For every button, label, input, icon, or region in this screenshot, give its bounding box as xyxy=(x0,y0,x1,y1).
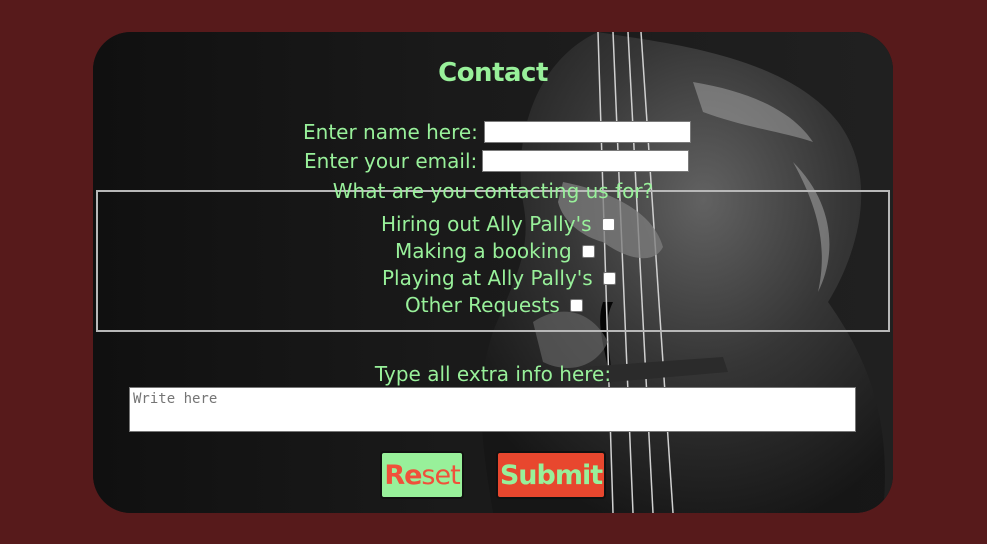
extra-info-label: Type all extra info here: xyxy=(374,362,612,386)
page-title: Contact xyxy=(438,58,548,88)
option-checkbox-playing[interactable] xyxy=(602,271,616,285)
contact-form: Contact Enter name here: Enter your emai… xyxy=(93,32,893,513)
option-row-other: Other Requests xyxy=(405,293,583,317)
option-checkbox-other[interactable] xyxy=(569,298,583,312)
email-input[interactable] xyxy=(482,150,690,172)
contact-card: Contact Enter name here: Enter your emai… xyxy=(93,32,893,513)
option-label: Hiring out Ally Pally's xyxy=(381,212,592,236)
option-row-playing: Playing at Ally Pally's xyxy=(382,266,616,290)
option-row-booking: Making a booking xyxy=(395,239,595,263)
fieldset-legend: What are you contacting us for? xyxy=(98,179,888,203)
name-row: Enter name here: xyxy=(303,120,691,144)
option-label: Making a booking xyxy=(395,239,572,263)
reset-button[interactable]: Re set xyxy=(380,451,464,499)
reset-button-label-rest: set xyxy=(421,459,460,491)
email-label: Enter your email: xyxy=(304,149,478,173)
option-checkbox-booking[interactable] xyxy=(581,244,595,258)
option-checkbox-hiring[interactable] xyxy=(601,217,615,231)
option-label: Playing at Ally Pally's xyxy=(382,266,593,290)
submit-button[interactable]: Submit xyxy=(496,451,606,499)
reset-button-label-bold: Re xyxy=(384,459,422,491)
extra-info-textarea[interactable]: Write here xyxy=(129,387,856,432)
option-label: Other Requests xyxy=(405,293,560,317)
email-row: Enter your email: xyxy=(304,149,690,173)
name-label: Enter name here: xyxy=(303,120,478,144)
name-input[interactable] xyxy=(483,121,691,143)
option-row-hiring: Hiring out Ally Pally's xyxy=(381,212,615,236)
fieldset-legend-text: What are you contacting us for? xyxy=(332,179,654,203)
